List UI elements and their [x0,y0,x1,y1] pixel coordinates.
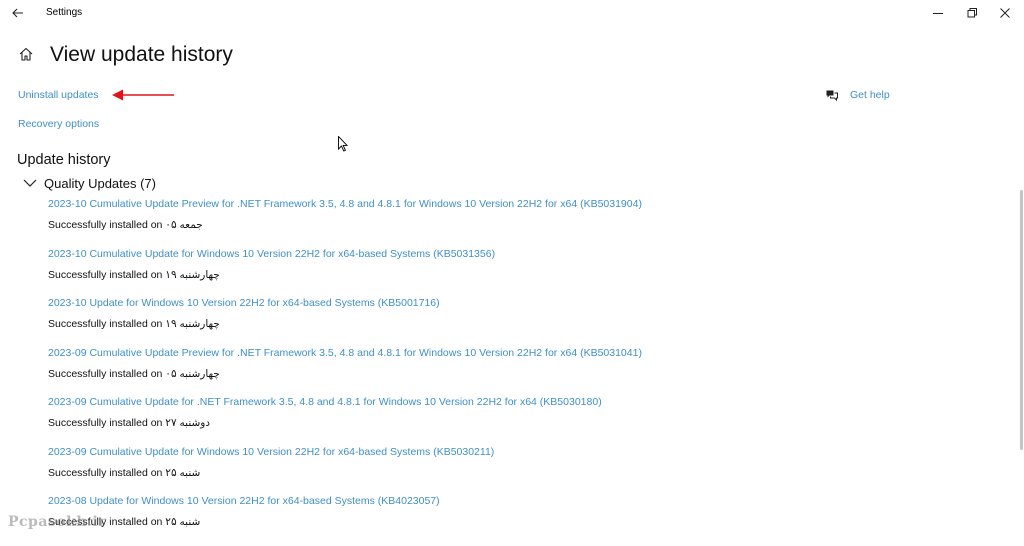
install-status: Successfully installed on ۲۵ شنبه [48,516,201,528]
title-bar: Settings [0,0,1024,26]
quality-updates-toggle[interactable]: Quality Updates (7) [22,174,156,192]
recovery-options-link[interactable]: Recovery options [18,118,99,130]
minimize-button[interactable] [929,4,947,22]
install-status: Successfully installed on ۲۷ دوشنبه [48,417,211,429]
red-arrow-annotation [112,89,174,101]
restore-icon [967,8,977,18]
update-link[interactable]: 2023-09 Cumulative Update Preview for .N… [48,347,748,360]
back-button[interactable] [8,3,28,23]
update-link[interactable]: 2023-09 Cumulative Update for .NET Frame… [48,396,748,409]
minimize-icon [933,13,943,14]
back-arrow-icon [12,8,23,18]
update-link[interactable]: 2023-09 Cumulative Update for Windows 10… [48,446,748,459]
group-title: Quality Updates (7) [44,175,156,191]
page-title: View update history [50,43,233,66]
update-link[interactable]: 2023-10 Update for Windows 10 Version 22… [48,297,748,310]
install-status: Successfully installed on ۱۹ چهارشنبه [48,268,220,281]
app-title: Settings [46,7,83,18]
update-list: 2023-10 Cumulative Update Preview for .N… [48,198,748,545]
restore-button[interactable] [963,4,981,22]
vertical-scrollbar[interactable] [1020,190,1023,450]
update-link[interactable]: 2023-08 Update for Windows 10 Version 22… [48,495,748,508]
home-icon[interactable] [18,46,34,62]
update-history-heading: Update history [17,152,111,168]
close-icon [1000,8,1010,18]
chevron-down-icon [23,179,37,187]
install-status: Successfully installed on ۲۵ شنبه [48,466,201,479]
uninstall-updates-link[interactable]: Uninstall updates [18,89,99,101]
list-item: 2023-08 Update for Windows 10 Version 22… [48,495,748,545]
install-status: Successfully installed on ۰۵ جمعه [48,219,203,231]
chat-help-icon[interactable] [825,88,839,102]
list-item: 2023-09 Cumulative Update for Windows 10… [48,446,748,496]
mouse-cursor-icon [338,136,348,152]
list-item: 2023-10 Update for Windows 10 Version 22… [48,297,748,347]
close-button[interactable] [996,4,1014,22]
update-link[interactable]: 2023-10 Cumulative Update for Windows 10… [48,248,748,261]
list-item: 2023-10 Cumulative Update Preview for .N… [48,198,748,248]
list-item: 2023-09 Cumulative Update for .NET Frame… [48,396,748,446]
list-item: 2023-09 Cumulative Update Preview for .N… [48,347,748,397]
watermark: Pcpasokh.ir [8,514,107,530]
install-status: Successfully installed on ۱۹ چهارشنبه [48,318,220,330]
install-status: Successfully installed on ۰۵ چهارشنبه [48,367,220,380]
update-link[interactable]: 2023-10 Cumulative Update Preview for .N… [48,198,748,211]
list-item: 2023-10 Cumulative Update for Windows 10… [48,248,748,298]
get-help-link[interactable]: Get help [850,89,890,101]
